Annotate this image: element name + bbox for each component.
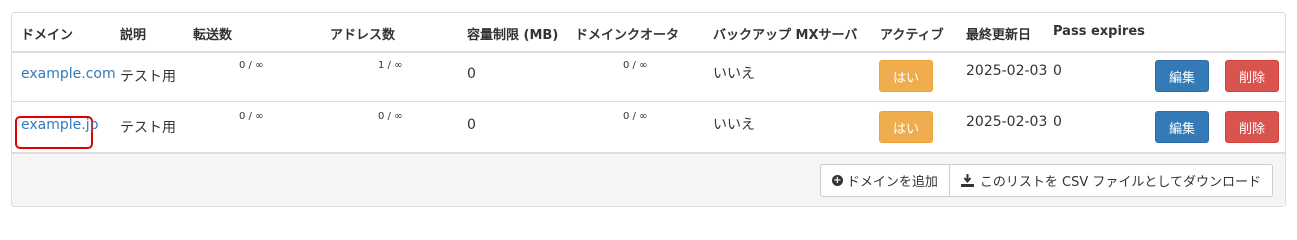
quota-cell: 0	[467, 117, 476, 133]
quota-cell: 0	[467, 66, 476, 82]
add-domain-label: ドメインを追加	[846, 175, 938, 190]
download-icon	[960, 174, 974, 187]
description-cell: テスト用	[120, 69, 176, 85]
delete-button[interactable]: 削除	[1225, 60, 1279, 92]
addresses-cell: 1 / ∞	[378, 60, 403, 71]
header-active[interactable]: アクティブ	[880, 24, 944, 43]
header-addresses[interactable]: アドレス数	[330, 24, 395, 43]
domain-list-panel: ドメイン 説明 転送数 アドレス数 容量制限 (MB) ドメインクオータ バック…	[11, 12, 1286, 207]
pass-expires-cell: 0	[1053, 63, 1062, 79]
table-row: example.jp テスト用 0 / ∞ 0 / ∞ 0 0 / ∞ いいえ …	[12, 102, 1285, 153]
active-toggle-button[interactable]: はい	[879, 111, 933, 143]
header-backup-mx[interactable]: バックアップ MXサーバ	[713, 24, 857, 43]
header-forwards[interactable]: 転送数	[193, 24, 232, 43]
description-cell: テスト用	[120, 120, 176, 136]
add-domain-button[interactable]: + ドメインを追加	[821, 165, 949, 196]
active-toggle-button[interactable]: はい	[879, 60, 933, 92]
table-row: example.com テスト用 0 / ∞ 1 / ∞ 0 0 / ∞ いいえ…	[12, 51, 1285, 102]
header-last-modified[interactable]: 最終更新日	[966, 24, 1031, 43]
edit-button[interactable]: 編集	[1155, 111, 1209, 143]
pass-expires-cell: 0	[1053, 114, 1062, 130]
download-csv-button[interactable]: このリストを CSV ファイルとしてダウンロード	[948, 165, 1272, 196]
table-header-row: ドメイン 説明 転送数 アドレス数 容量制限 (MB) ドメインクオータ バック…	[12, 13, 1285, 53]
edit-button[interactable]: 編集	[1155, 60, 1209, 92]
header-domain-quota[interactable]: ドメインクオータ	[575, 24, 679, 43]
domain-quota-cell: 0 / ∞	[623, 111, 648, 122]
header-quota[interactable]: 容量制限 (MB)	[467, 24, 558, 43]
addresses-cell: 0 / ∞	[378, 111, 403, 122]
header-domain[interactable]: ドメイン	[21, 24, 73, 43]
domain-quota-cell: 0 / ∞	[623, 60, 648, 71]
table-footer: + ドメインを追加 このリストを CSV ファイルとしてダウンロード	[12, 153, 1285, 206]
footer-button-group: + ドメインを追加 このリストを CSV ファイルとしてダウンロード	[819, 164, 1273, 197]
plus-circle-icon: +	[831, 175, 843, 186]
forwards-cell: 0 / ∞	[239, 60, 264, 71]
header-description[interactable]: 説明	[120, 24, 146, 43]
backup-mx-cell: いいえ	[713, 117, 755, 133]
forwards-cell: 0 / ∞	[239, 111, 264, 122]
last-modified-cell: 2025-02-03	[966, 63, 1048, 79]
header-pass-expires[interactable]: Pass expires	[1053, 24, 1145, 39]
backup-mx-cell: いいえ	[713, 66, 755, 82]
download-csv-label: このリストを CSV ファイルとしてダウンロード	[979, 175, 1261, 190]
domain-link[interactable]: example.com	[21, 66, 116, 82]
last-modified-cell: 2025-02-03	[966, 114, 1048, 130]
delete-button[interactable]: 削除	[1225, 111, 1279, 143]
domain-link[interactable]: example.jp	[21, 117, 99, 133]
